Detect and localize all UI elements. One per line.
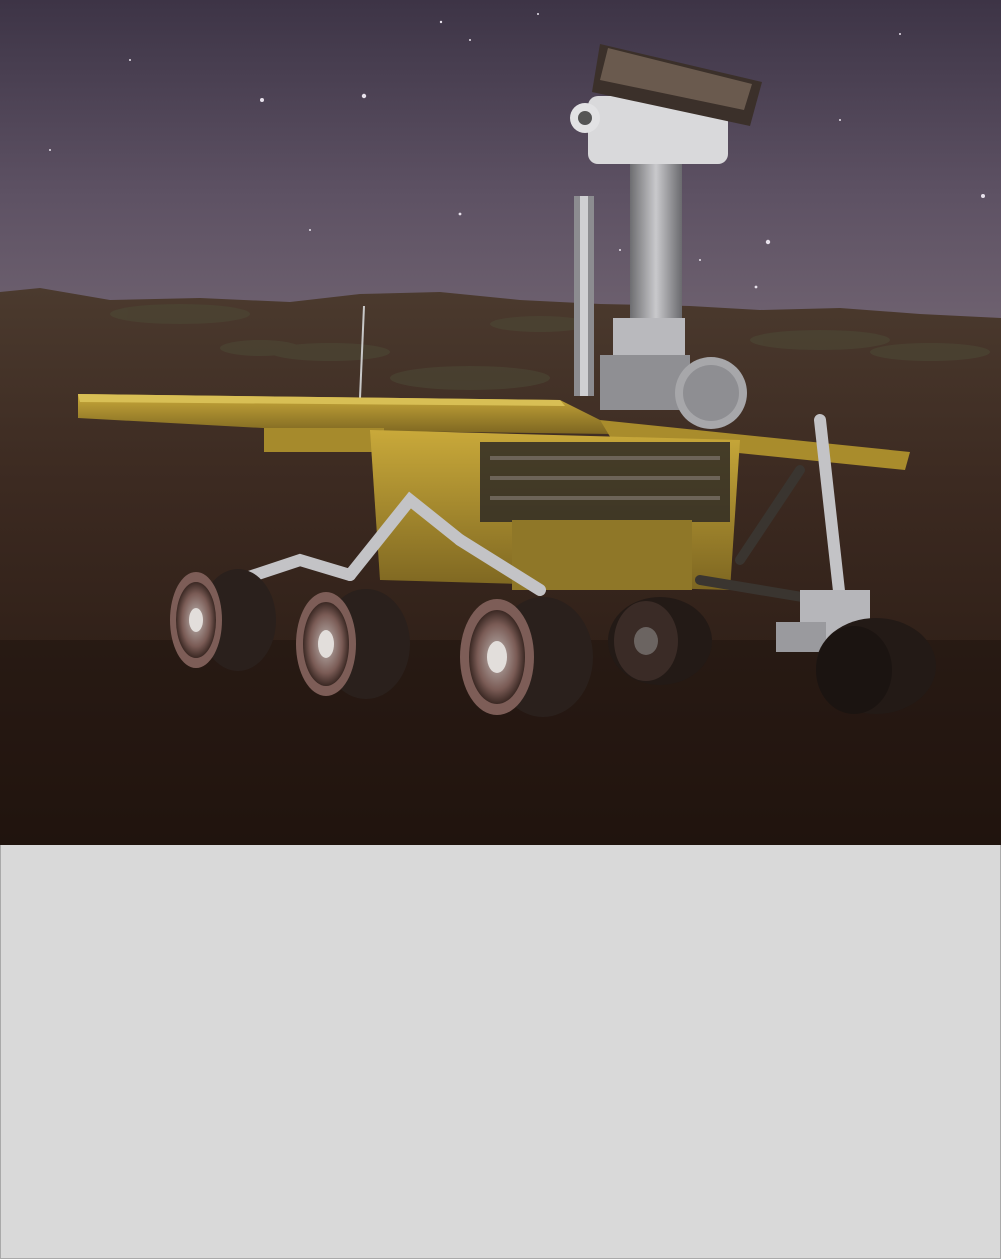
mast	[630, 160, 682, 325]
mast-base	[613, 318, 685, 358]
rover-photo	[0, 0, 1001, 845]
wheel-front-left	[460, 597, 593, 717]
wheel-middle-left	[296, 589, 410, 699]
wheel-front-right	[816, 618, 936, 714]
night-sky	[0, 0, 1001, 330]
page	[0, 0, 1001, 1260]
empty-panel	[0, 845, 1001, 1259]
wheel-rear-right	[608, 597, 712, 685]
wheel-rear-left	[170, 569, 276, 671]
